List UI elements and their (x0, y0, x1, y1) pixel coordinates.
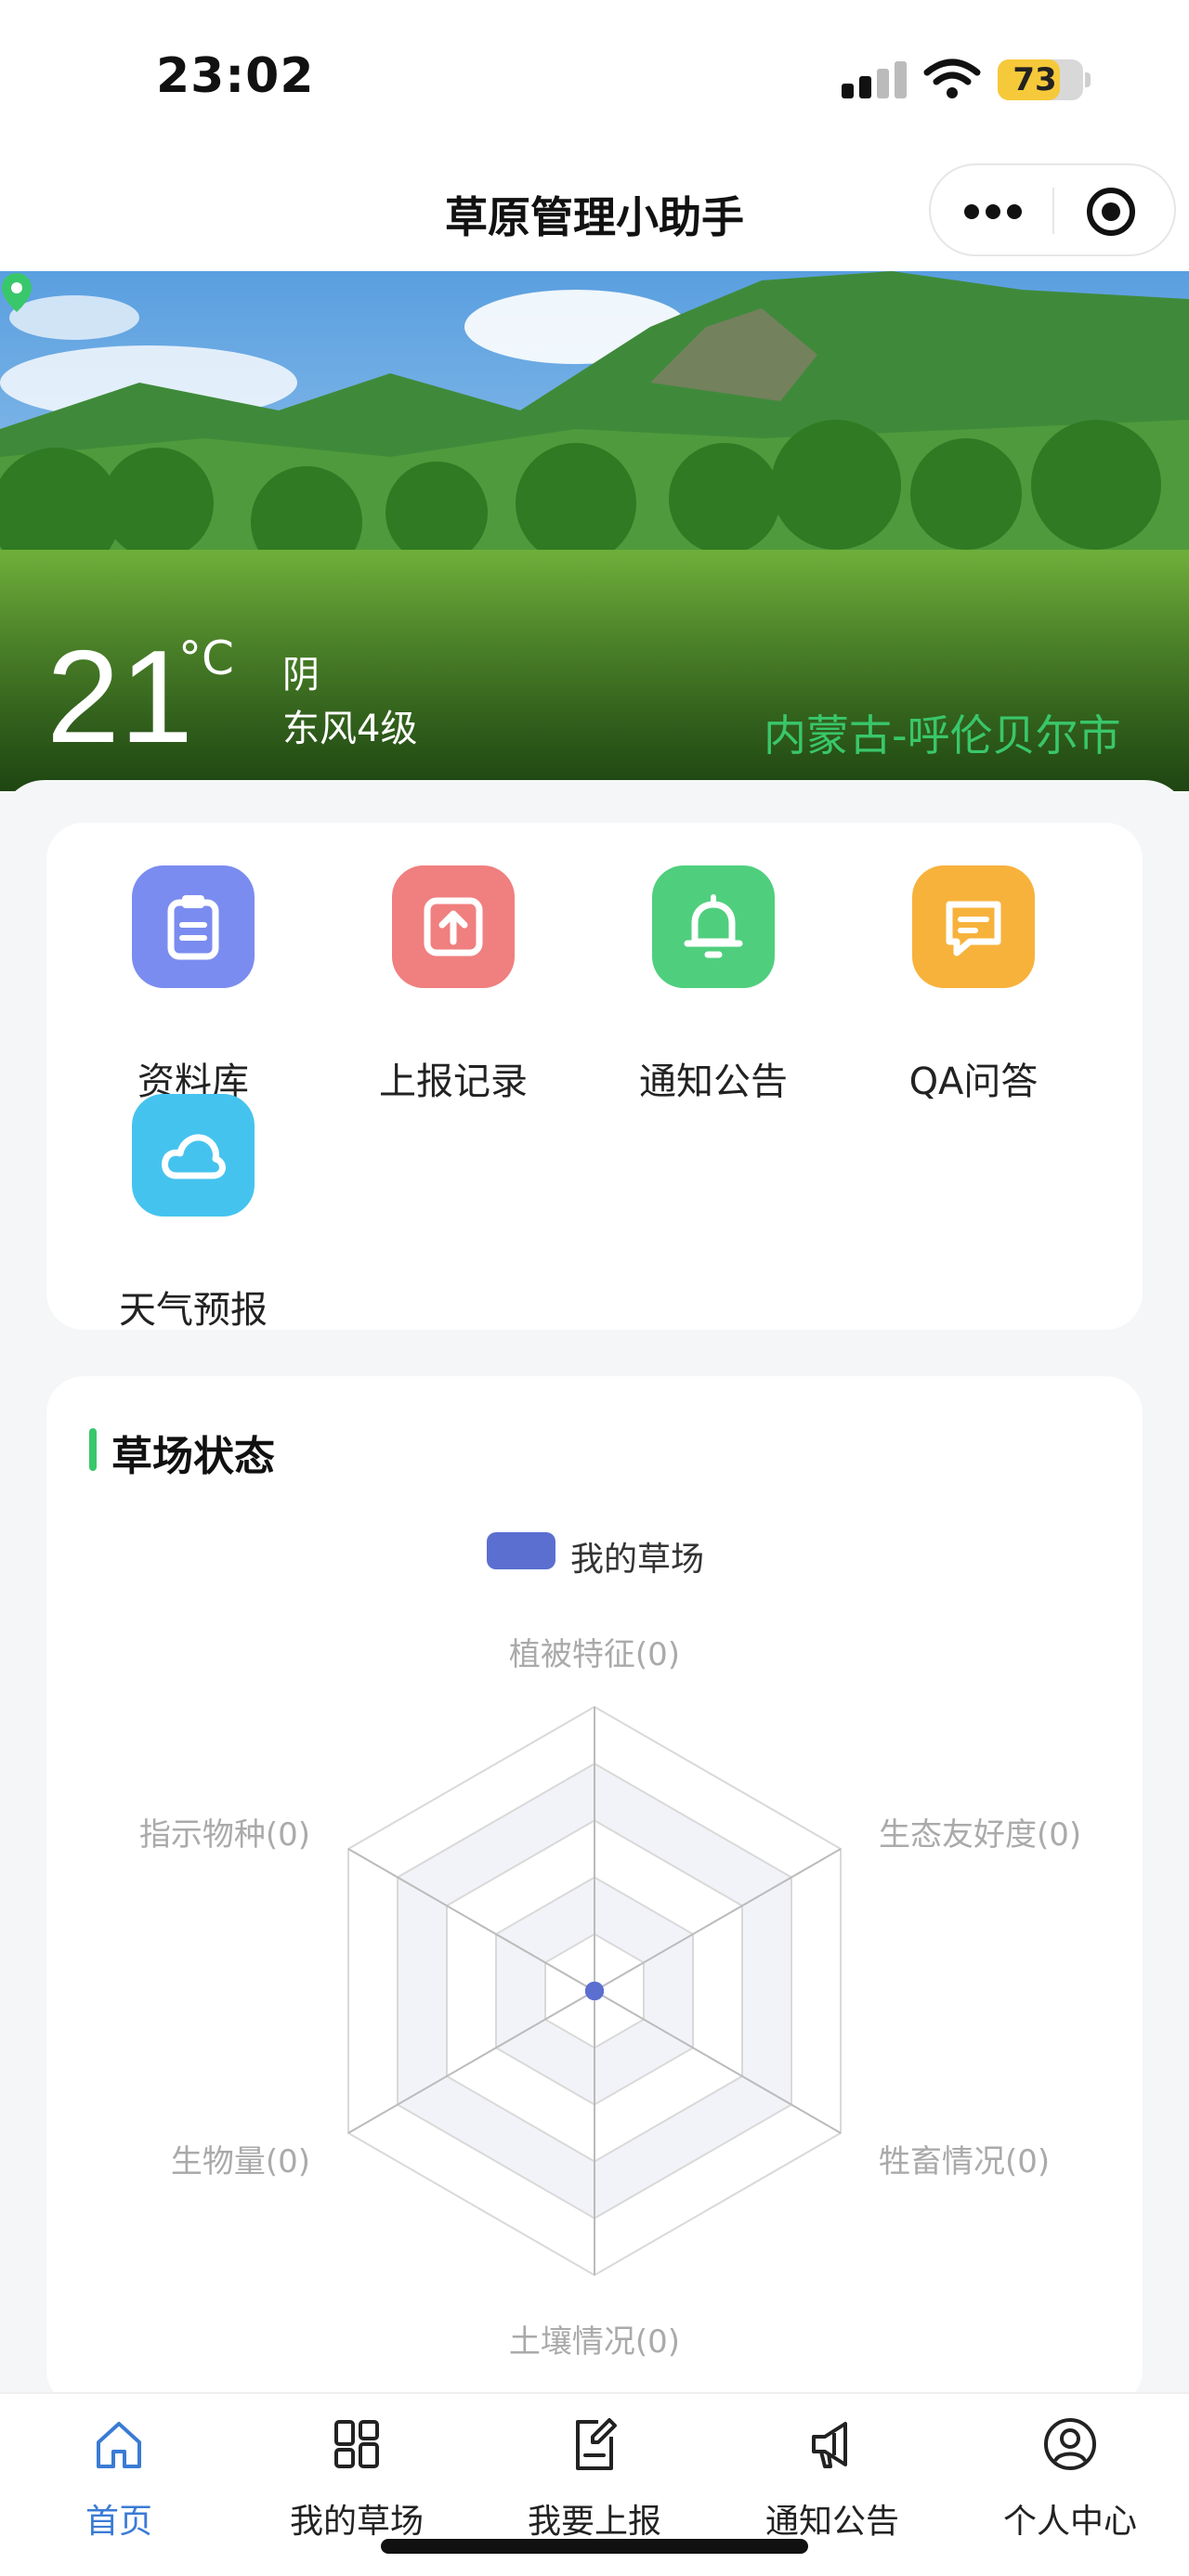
quick-actions-card: 资料库 上报记录 通知公告 QA问答 天气预报 (46, 823, 1143, 1332)
tab-label: 通知公告 (764, 2503, 899, 2541)
close-mini-program-icon[interactable] (1087, 188, 1135, 236)
quick-action-label: 上报记录 (379, 1060, 528, 1103)
tab-home[interactable]: 首页 (0, 2394, 238, 2543)
tab-my-grassland[interactable]: 我的草场 (238, 2394, 476, 2543)
nav-bar: 草原管理小助手 (0, 158, 1189, 271)
bell-icon (652, 865, 775, 988)
chat-icon (912, 865, 1035, 988)
megaphone-icon (812, 2422, 847, 2468)
location-pin-icon (2, 273, 32, 312)
quick-action-label: 天气预报 (119, 1289, 268, 1332)
radar-axis-label: 土壤情况(0) (508, 2323, 681, 2361)
status-time: 23:02 (156, 48, 315, 104)
weather-banner: 21 °C 阴 东风4级 内蒙古-呼伦贝尔市 (0, 271, 1189, 791)
temperature-unit: °C (178, 631, 234, 685)
tab-profile[interactable]: 个人中心 (951, 2394, 1189, 2543)
radar-axis-label: 生态友好度(0) (879, 1816, 1082, 1854)
quick-action-label: 通知公告 (639, 1060, 788, 1103)
tab-label: 我要上报 (527, 2503, 661, 2541)
home-indicator (381, 2539, 808, 2554)
home-icon (97, 2422, 141, 2468)
radar-axis-label: 指示物种(0) (138, 1816, 310, 1854)
cloud-icon (132, 1094, 255, 1216)
signal-icon (842, 61, 907, 98)
section-title: 草场状态 (111, 1433, 275, 1480)
user-icon (1044, 2418, 1096, 2470)
tab-report[interactable]: 我要上报 (476, 2394, 713, 2543)
wind-info: 东风4级 (282, 708, 418, 750)
more-icon[interactable] (964, 204, 1022, 219)
location-text[interactable]: 内蒙古-呼伦贝尔市 (764, 702, 1121, 763)
tab-label: 个人中心 (1002, 2503, 1137, 2541)
status-bar: 23:02 73 (0, 0, 1189, 158)
upload-icon (392, 865, 515, 988)
section-accent-bar (89, 1428, 97, 1471)
radar-axis-label: 牲畜情况(0) (879, 2143, 1051, 2180)
legend-swatch[interactable] (487, 1532, 555, 1569)
tab-label: 首页 (85, 2503, 152, 2541)
battery-tip (1085, 72, 1091, 87)
quick-action-label: QA问答 (908, 1060, 1039, 1103)
wifi-icon (923, 59, 981, 98)
mini-program-capsule (929, 163, 1176, 256)
tab-notices[interactable]: 通知公告 (713, 2394, 951, 2543)
battery-level: 73 (1013, 61, 1057, 98)
radar-chart (346, 1705, 843, 2277)
legend-label[interactable]: 我的草场 (570, 1532, 704, 1581)
report-icon (576, 2418, 617, 2470)
radar-axis-label: 生物量(0) (170, 2143, 310, 2180)
radar-point[interactable] (585, 1982, 604, 2000)
weather-condition: 阴 (282, 654, 320, 696)
clipboard-icon (132, 865, 255, 988)
battery-indicator: 73 (998, 59, 1083, 100)
radar-axis-label: 植被特征(0) (508, 1636, 681, 1673)
tab-label: 我的草场 (289, 2503, 424, 2541)
temperature-value: 21 (46, 623, 193, 771)
capsule-divider (1052, 188, 1054, 234)
grid-icon (334, 2420, 379, 2468)
